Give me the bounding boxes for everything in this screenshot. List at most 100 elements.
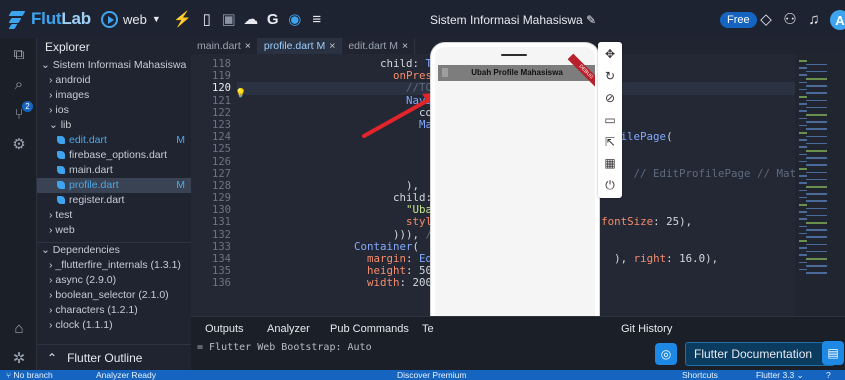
minimap-line xyxy=(799,110,807,112)
minimap-line xyxy=(799,139,807,141)
tree-item[interactable]: register.dart xyxy=(37,193,191,208)
rotate-icon[interactable]: ⊘ xyxy=(602,90,618,106)
tree-item[interactable]: › android xyxy=(37,73,191,88)
bell-icon[interactable]: ♫ xyxy=(804,8,824,30)
flutter-version[interactable]: Flutter 3.3 ⌄ xyxy=(756,370,804,380)
devtools-icon[interactable]: ◉ xyxy=(285,8,305,30)
open-external-icon[interactable]: ⇱ xyxy=(602,134,618,150)
minimap-line xyxy=(799,196,807,199)
minimap-line xyxy=(799,168,807,170)
close-icon[interactable]: × xyxy=(245,40,251,52)
line-number: 128 xyxy=(212,179,231,192)
tab-pub-commands[interactable]: Pub Commands xyxy=(330,323,409,335)
minimap-line xyxy=(806,70,827,73)
dependency-item[interactable]: › _flutterfire_internals (1.3.1) xyxy=(37,258,191,273)
refresh-icon[interactable]: ↻ xyxy=(602,68,618,84)
minimap-line xyxy=(806,92,827,94)
explorer-title: Explorer xyxy=(45,40,90,54)
hot-reload-icon[interactable]: ⚡ xyxy=(173,8,193,30)
tree-item-label: ios xyxy=(55,104,69,116)
flutter-logo-icon xyxy=(6,9,26,29)
discover-premium-link[interactable]: Discover Premium xyxy=(397,370,466,380)
tree-item[interactable]: ⌄ Sistem Informasi Mahasiswa xyxy=(37,58,191,73)
top-bar: FlutLab web ▼ ⚡ ▯ ▣ ☁ G ◉ ≡ Sistem Infor… xyxy=(0,0,845,38)
tree-item[interactable]: › test xyxy=(37,208,191,223)
close-icon[interactable]: × xyxy=(329,40,335,52)
tab-outputs[interactable]: Outputs xyxy=(205,323,244,335)
minimap-line xyxy=(806,78,827,80)
flutter-outline-header[interactable]: ⌃ Flutter Outline xyxy=(37,344,191,370)
tree-item[interactable]: › web xyxy=(37,223,191,238)
save-icon[interactable]: ▣ xyxy=(219,8,239,30)
tree-item[interactable]: › images xyxy=(37,88,191,103)
dependency-item[interactable]: › boolean_selector (2.1.0) xyxy=(37,288,191,303)
close-icon[interactable]: × xyxy=(402,40,408,52)
device-frame-icon[interactable]: ▭ xyxy=(602,112,618,128)
extensions-icon[interactable]: ✲ xyxy=(9,348,29,368)
lightbulb-icon[interactable]: 💡 xyxy=(235,88,246,99)
move-icon[interactable]: ✥ xyxy=(602,46,618,62)
menu-icon[interactable]: ≡ xyxy=(307,8,327,30)
project-title[interactable]: Sistem Informasi Mahasiswa ✎ xyxy=(430,13,596,27)
tree-item-label: android xyxy=(55,74,91,86)
power-icon[interactable]: ⏻ xyxy=(602,177,618,193)
account-icon[interactable]: ⌂ xyxy=(9,318,29,338)
plan-badge[interactable]: Free xyxy=(720,12,757,28)
avatar[interactable]: A xyxy=(830,10,845,30)
tree-item-label: edit.dart xyxy=(69,134,107,146)
minimap-line xyxy=(799,81,807,84)
line-number: 121 xyxy=(212,94,231,107)
qr-code-icon[interactable]: ▦ xyxy=(602,155,618,171)
editor-tab[interactable]: edit.dart M × xyxy=(342,38,416,54)
chat-icon[interactable]: ▤ xyxy=(822,341,844,365)
tree-item[interactable]: main.dart xyxy=(37,163,191,178)
help-icon[interactable]: ? xyxy=(826,370,831,380)
device-preview[interactable]: Ubah Profile Mahasiswa DEBUG xyxy=(431,43,599,356)
flutter-documentation-button[interactable]: Flutter Documentation ⌃ xyxy=(685,342,835,366)
tab-git-history[interactable]: Git History xyxy=(621,323,672,335)
minimap-line xyxy=(799,74,807,76)
minimap-line xyxy=(799,225,807,228)
settings-gear-icon[interactable]: ⚙ xyxy=(9,134,29,154)
editor-tab[interactable]: profile.dart M × xyxy=(257,38,343,54)
minimap-line xyxy=(799,60,807,62)
chevron-down-icon: ▼ xyxy=(151,14,161,24)
edit-pencil-icon[interactable]: ✎ xyxy=(586,13,596,27)
tree-item[interactable]: profile.dart M xyxy=(37,178,191,193)
minimap[interactable] xyxy=(795,54,845,316)
tree-item[interactable]: edit.dart M xyxy=(37,133,191,148)
dependency-item[interactable]: › clock (1.1.1) xyxy=(37,318,191,333)
editor-tab-label: main.dart xyxy=(197,40,241,52)
dependencies-header[interactable]: ⌄ Dependencies xyxy=(37,243,191,258)
layers-icon[interactable]: ◇ xyxy=(756,8,776,30)
minimap-line xyxy=(799,232,807,235)
shortcuts-link[interactable]: Shortcuts xyxy=(682,370,718,380)
tab-analyzer[interactable]: Analyzer xyxy=(267,323,310,335)
target-select[interactable]: web ▼ xyxy=(100,10,161,28)
tree-item[interactable]: ⌄ lib xyxy=(37,118,191,133)
tree-item[interactable]: › ios xyxy=(37,103,191,118)
dependency-item[interactable]: › async (2.9.0) xyxy=(37,273,191,288)
editor-tab[interactable]: main.dart × xyxy=(191,38,258,54)
flutter-docs-icon[interactable]: ◎ xyxy=(655,343,677,365)
minimap-line xyxy=(806,142,827,145)
files-icon[interactable]: ⧉ xyxy=(9,44,29,64)
source-control-icon[interactable]: ⑂ 2 xyxy=(9,101,33,124)
branch-indicator[interactable]: ⑂ No branch xyxy=(6,370,53,380)
cloud-icon[interactable]: ☁ xyxy=(241,8,261,30)
tab-terminal[interactable]: Te xyxy=(422,323,434,335)
minimap-line xyxy=(806,128,827,130)
flutlab-logo[interactable]: FlutLab xyxy=(6,9,91,29)
dependency-item[interactable]: › characters (1.2.1) xyxy=(37,303,191,318)
google-icon[interactable]: G xyxy=(263,8,283,30)
dart-file-icon xyxy=(57,136,65,144)
stop-icon[interactable]: ▯ xyxy=(197,8,217,30)
add-user-icon[interactable]: ⚇ xyxy=(780,8,800,30)
line-number: 135 xyxy=(212,265,231,278)
tree-item[interactable]: firebase_options.dart xyxy=(37,148,191,163)
minimap-line xyxy=(806,207,827,210)
run-icon[interactable] xyxy=(100,10,118,28)
minimap-line xyxy=(799,182,807,184)
line-number: 126 xyxy=(212,155,231,168)
search-icon[interactable]: ⌕ xyxy=(9,74,29,94)
